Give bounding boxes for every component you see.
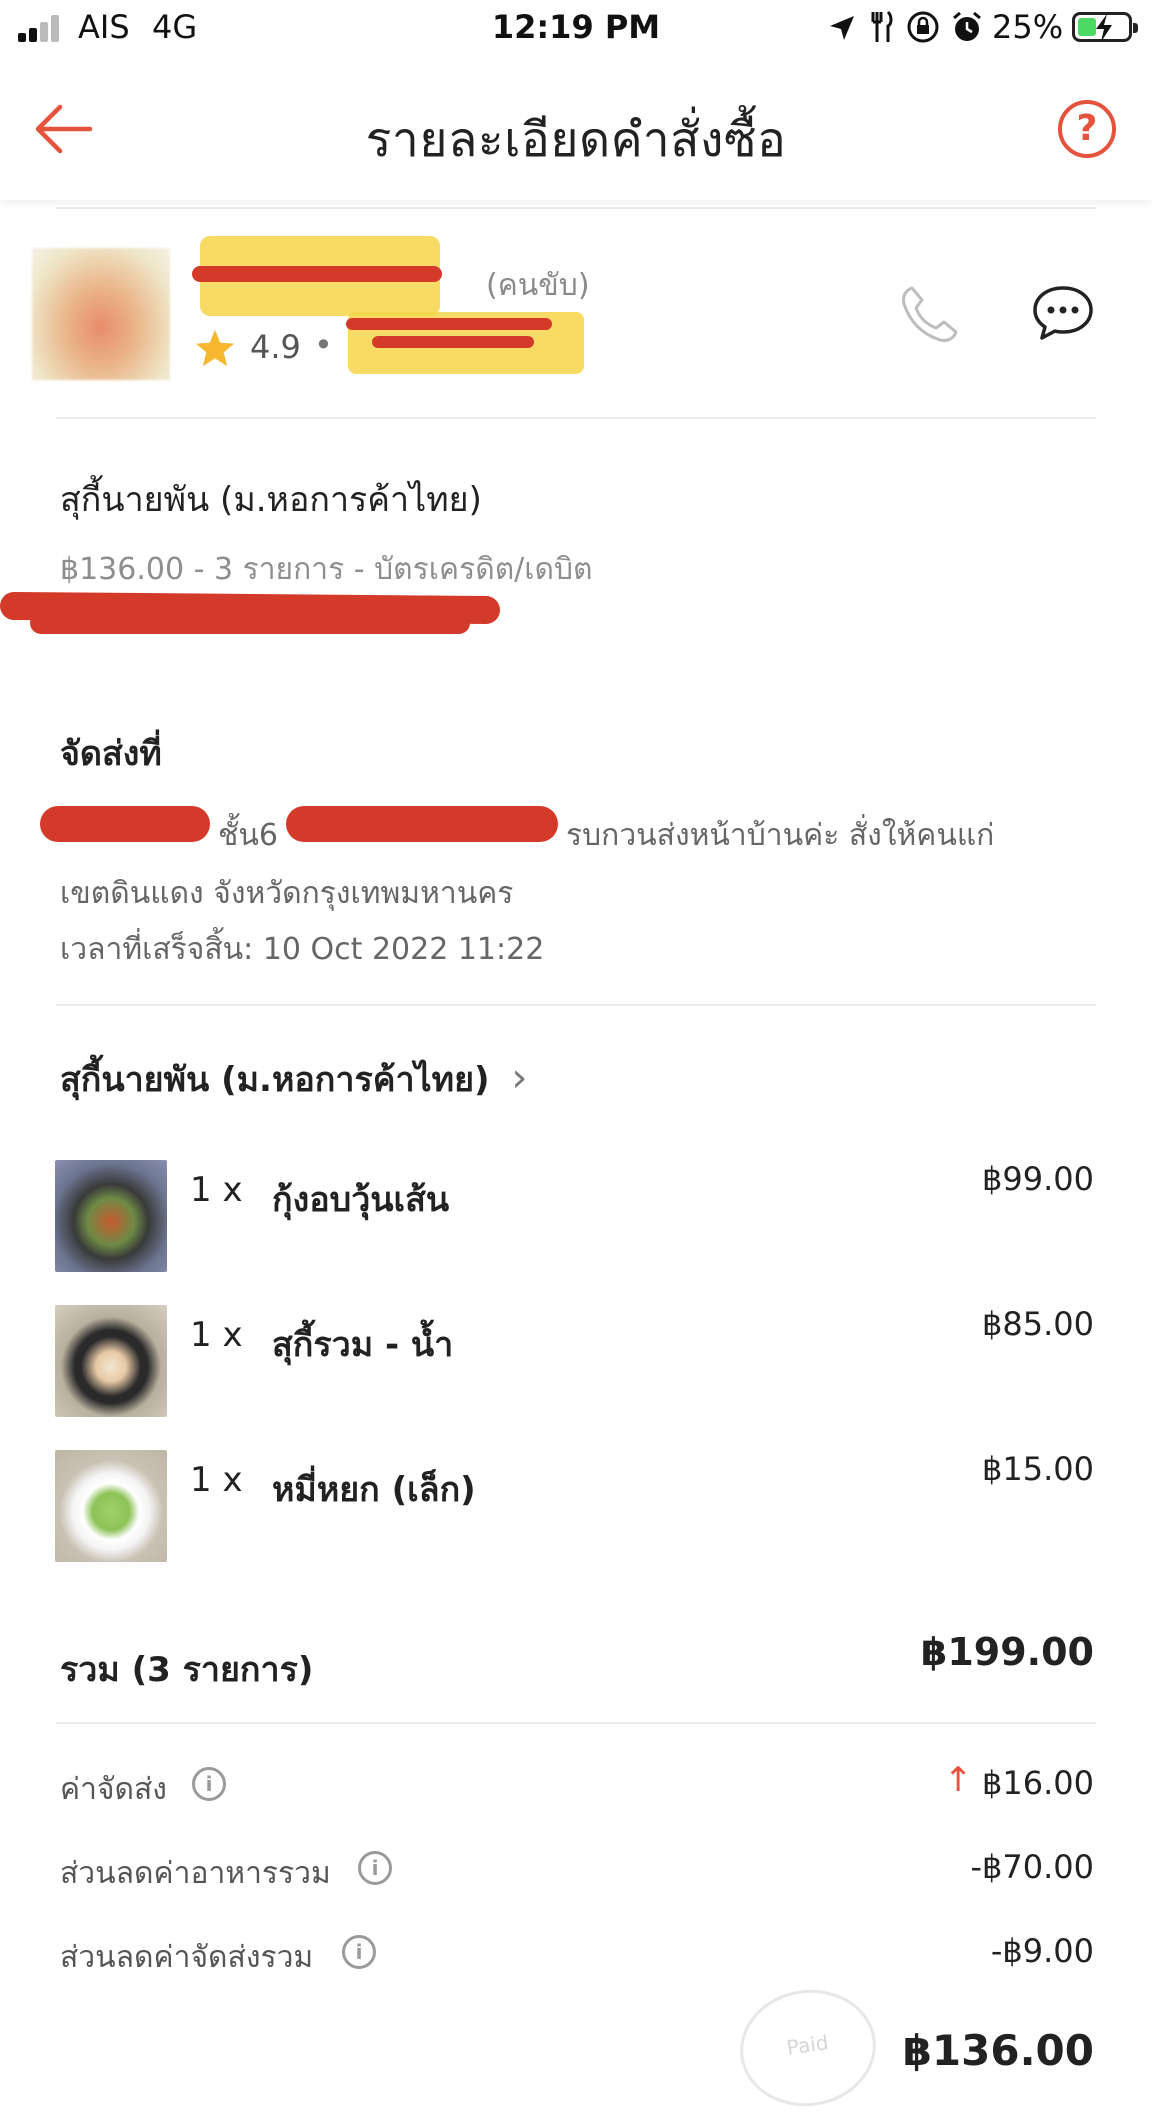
item-name: กุ้งอบวุ้นเส้น xyxy=(272,1180,450,1220)
alarm-icon xyxy=(953,11,981,41)
item-image-suki xyxy=(55,1305,167,1417)
page-title: รายละเอียดคำสั่งซื้อ xyxy=(365,112,787,168)
status-bar: AIS 4G 12:19 PM 25% xyxy=(0,0,1152,58)
item-image-noodle xyxy=(55,1450,167,1562)
item-qty: 1 x xyxy=(190,1460,243,1500)
delivery-floor: ชั้น6 xyxy=(218,818,278,853)
redaction-mark xyxy=(192,266,442,282)
driver-avatar xyxy=(32,248,170,380)
item-qty: 1 x xyxy=(190,1315,243,1355)
item-qty: 1 x xyxy=(190,1170,243,1210)
rotation-lock-icon xyxy=(907,11,939,43)
subtotal-label: รวม (3 รายการ) xyxy=(60,1650,314,1690)
rating-separator: • xyxy=(314,326,333,364)
fee-label: ส่วนลดค่าอาหารรวม xyxy=(60,1856,331,1891)
section-divider xyxy=(56,417,1096,419)
battery-icon xyxy=(1072,12,1138,42)
section-divider xyxy=(56,1004,1096,1006)
restaurant-link[interactable]: สุกี้นายพัน (ม.หอการค้าไทย) › xyxy=(60,1052,527,1106)
fee-label: ค่าจัดส่ง xyxy=(60,1772,167,1807)
restaurant-name: สุกี้นายพัน (ม.หอการค้าไทย) xyxy=(60,480,482,520)
info-icon[interactable]: i xyxy=(358,1851,392,1885)
restaurant-link-label: สุกี้นายพัน (ม.หอการค้าไทย) xyxy=(60,1060,490,1100)
paid-stamp-label: Paid xyxy=(785,2030,830,2060)
fork-knife-icon xyxy=(871,10,893,42)
order-summary: ฿136.00 - 3 รายการ - บัตรเครดิต/เดบิต xyxy=(60,552,593,587)
redacted-address xyxy=(40,806,210,842)
chevron-right-icon: › xyxy=(511,1055,528,1101)
item-price: ฿85.00 xyxy=(982,1305,1094,1343)
item-price: ฿99.00 xyxy=(982,1160,1094,1198)
subtotal-value: ฿199.00 xyxy=(920,1630,1094,1674)
help-icon[interactable]: ? xyxy=(1058,100,1116,158)
driver-role: (คนขับ) xyxy=(486,268,590,303)
total-value: ฿136.00 xyxy=(902,2026,1094,2075)
fee-value: ฿16.00 xyxy=(982,1764,1094,1802)
delivery-area: เขตดินแดง จังหวัดกรุงเทพมหานคร xyxy=(60,876,514,911)
item-image-shrimp xyxy=(55,1160,167,1272)
fee-label: ส่วนลดค่าจัดส่งรวม xyxy=(60,1940,314,1975)
redacted-address xyxy=(286,806,558,842)
battery-percent: 25% xyxy=(992,8,1064,46)
delivery-heading: จัดส่งที่ xyxy=(60,734,162,774)
item-name: สุกี้รวม - น้ำ xyxy=(272,1325,454,1365)
completed-time: เวลาที่เสร็จสิ้น: 10 Oct 2022 11:22 xyxy=(60,932,545,967)
chat-icon[interactable] xyxy=(1032,284,1094,342)
phone-icon[interactable] xyxy=(898,284,960,346)
star-icon xyxy=(195,329,235,367)
item-name: หมี่หยก (เล็ก) xyxy=(272,1470,476,1510)
location-arrow-icon xyxy=(830,16,854,40)
info-icon[interactable]: i xyxy=(342,1935,376,1969)
driver-rating: 4.9 xyxy=(250,328,301,366)
fee-value: -฿70.00 xyxy=(970,1848,1094,1886)
item-price: ฿15.00 xyxy=(982,1450,1094,1488)
redaction-mark xyxy=(372,336,534,348)
redaction-mark xyxy=(30,612,470,634)
delivery-note: รบกวนส่งหน้าบ้านค่ะ สั่งให้คนแก่ xyxy=(566,818,995,853)
app-header: รายละเอียดคำสั่งซื้อ ? xyxy=(0,60,1152,200)
top-divider xyxy=(56,207,1096,209)
info-icon[interactable]: i xyxy=(192,1767,226,1801)
redaction-mark xyxy=(346,318,552,330)
fee-value: -฿9.00 xyxy=(990,1932,1094,1970)
section-divider xyxy=(56,1722,1096,1724)
